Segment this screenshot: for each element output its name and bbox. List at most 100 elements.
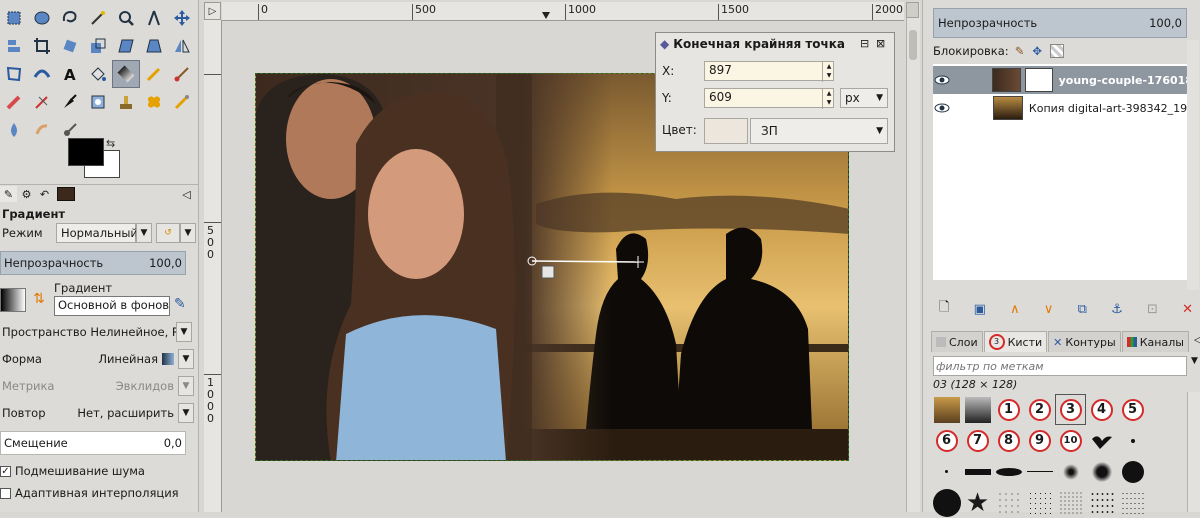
fuzzy-select-tool[interactable] — [84, 4, 112, 32]
reverse-button[interactable]: ↺ — [156, 223, 180, 243]
navigate-button[interactable] — [906, 2, 919, 18]
brush-item[interactable] — [931, 394, 962, 425]
brush-item[interactable] — [1117, 456, 1148, 487]
cage-tool[interactable] — [0, 60, 28, 88]
shape-row[interactable]: Форма Линейная ▼ — [0, 348, 196, 370]
magnify-tool[interactable] — [112, 4, 140, 32]
device-status-tab[interactable]: ⚙ — [18, 186, 35, 202]
gradient-tool[interactable] — [112, 60, 140, 88]
horizontal-ruler[interactable]: 0 500 1000 1500 2000 — [222, 2, 904, 21]
brush-item[interactable] — [962, 456, 993, 487]
brush-item[interactable]: 9 — [1024, 425, 1055, 456]
dodge-tool[interactable] — [0, 116, 28, 144]
x-spin-buttons[interactable]: ▲ ▼ — [822, 62, 835, 82]
end-point-title-bar[interactable]: ◆ Конечная крайняя точка — [660, 37, 845, 51]
dither-option[interactable]: ✓ Подмешивание шума — [0, 462, 145, 480]
paintbrush-tool[interactable] — [168, 60, 196, 88]
repeat-dropdown-arrow[interactable]: ▼ — [178, 403, 194, 423]
repeat-row[interactable]: Повтор Нет, расширить ▼ — [0, 402, 196, 424]
shear-tool[interactable] — [112, 32, 140, 60]
gradient-preview[interactable] — [0, 288, 26, 312]
scrollbar-thumb[interactable] — [909, 30, 917, 60]
brushes-scrollbar[interactable] — [1187, 392, 1200, 512]
gradient-reverse-icon[interactable]: ⇅ — [28, 288, 50, 310]
crop-tool[interactable] — [28, 32, 56, 60]
brush-item[interactable] — [1086, 456, 1117, 487]
clone-tool[interactable] — [84, 88, 112, 116]
brush-item[interactable] — [993, 456, 1024, 487]
images-tab[interactable] — [56, 186, 76, 202]
rect-select-tool[interactable] — [0, 4, 28, 32]
dialog-menu-icon[interactable]: ⊟ — [860, 37, 869, 50]
space-combo[interactable]: Пространство Нелинейное, R... — [0, 322, 176, 342]
new-layer-group-icon[interactable]: ▣ — [974, 302, 986, 317]
layers-scrollbar[interactable] — [1187, 40, 1199, 290]
tab-channels[interactable]: Каналы — [1121, 331, 1189, 352]
align-tool[interactable] — [0, 32, 28, 60]
heal-tool[interactable] — [112, 88, 140, 116]
brush-item[interactable] — [1117, 425, 1148, 456]
blur-tool[interactable] — [168, 88, 196, 116]
brush-item[interactable]: 10 — [1055, 425, 1086, 456]
brush-item[interactable]: 6 — [931, 425, 962, 456]
x-input[interactable]: 897 — [704, 61, 834, 81]
eraser-tool[interactable] — [0, 88, 28, 116]
adaptive-option[interactable]: Адаптивная интерполяция — [0, 484, 179, 502]
anchor-layer-icon[interactable]: ⚓ — [1111, 302, 1123, 317]
color-swatch[interactable] — [704, 118, 748, 144]
brush-item[interactable]: 8 — [993, 425, 1024, 456]
move-tool[interactable] — [168, 4, 196, 32]
space-row[interactable]: Пространство Нелинейное, R... ▼ — [0, 321, 196, 343]
brush-item[interactable] — [1024, 456, 1055, 487]
brush-item-selected[interactable]: 3 — [1055, 394, 1086, 425]
tab-menu-button[interactable]: ◁ — [178, 186, 195, 202]
metric-row[interactable]: Метрика Эвклидов ▼ — [0, 375, 196, 397]
lower-layer-icon[interactable]: ∨ — [1044, 302, 1054, 317]
color-combo[interactable]: ЗП ▼ — [750, 118, 888, 144]
quick-mask-button[interactable]: ▷ — [204, 2, 221, 20]
tab-paths[interactable]: ✕ Контуры — [1048, 331, 1121, 352]
undo-history-tab[interactable]: ↶ — [36, 186, 53, 202]
dither-checkbox[interactable]: ✓ — [0, 465, 11, 477]
reverse-dropdown-arrow[interactable]: ▼ — [180, 223, 196, 243]
perspective-tool[interactable] — [140, 32, 168, 60]
gradient-name-field[interactable]: Основной в фоновы — [54, 296, 170, 316]
space-dropdown-arrow[interactable]: ▼ — [176, 322, 192, 342]
tool-options-tab[interactable]: ✎ — [0, 186, 17, 202]
brush-item[interactable] — [1055, 487, 1086, 518]
lock-position-icon[interactable]: ✥ — [1032, 44, 1042, 58]
raise-layer-icon[interactable]: ∧ — [1010, 302, 1020, 317]
brush-item[interactable]: ★ — [962, 487, 993, 518]
delete-layer-icon[interactable]: ✕ — [1182, 302, 1193, 317]
flip-tool[interactable] — [168, 32, 196, 60]
brush-item[interactable] — [1117, 487, 1148, 518]
warp-tool[interactable] — [28, 60, 56, 88]
edit-gradient-icon[interactable]: ✎ — [174, 296, 186, 312]
duplicate-layer-icon[interactable]: ⧉ — [1078, 302, 1087, 317]
offset-slider[interactable]: Смещение 0,0 — [0, 431, 186, 455]
visibility-eye-icon[interactable] — [933, 103, 951, 113]
brush-item[interactable] — [993, 487, 1024, 518]
merge-layer-icon[interactable]: ⊡ — [1147, 302, 1158, 317]
dock-tab-menu-icon[interactable]: ◁ — [1190, 331, 1200, 351]
measure-tool[interactable] — [140, 4, 168, 32]
brush-item[interactable] — [1086, 487, 1117, 518]
ellipse-select-tool[interactable] — [28, 4, 56, 32]
perspective-clone-tool[interactable] — [140, 88, 168, 116]
tab-layers[interactable]: Слои — [931, 331, 983, 352]
new-layer-icon[interactable]: 🗋 — [939, 298, 949, 320]
metric-dropdown-arrow[interactable]: ▼ — [178, 376, 194, 396]
canvas-vertical-scrollbar[interactable] — [906, 2, 920, 512]
airbrush-tool[interactable] — [28, 88, 56, 116]
brush-item[interactable]: 1 — [993, 394, 1024, 425]
brush-item[interactable] — [1055, 456, 1086, 487]
dialog-close-icon[interactable]: ⊠ — [876, 37, 885, 50]
brush-item[interactable]: 5 — [1117, 394, 1148, 425]
adaptive-checkbox[interactable] — [0, 487, 11, 499]
lock-alpha-icon[interactable] — [1049, 44, 1064, 58]
y-spin-buttons[interactable]: ▲ ▼ — [822, 89, 835, 109]
vertical-ruler[interactable]: 5 0 0 1 0 0 0 — [204, 20, 222, 512]
smudge-tool[interactable] — [28, 116, 56, 144]
rotate-tool[interactable] — [56, 32, 84, 60]
filter-dropdown-arrow[interactable]: ▼ — [1191, 356, 1198, 366]
